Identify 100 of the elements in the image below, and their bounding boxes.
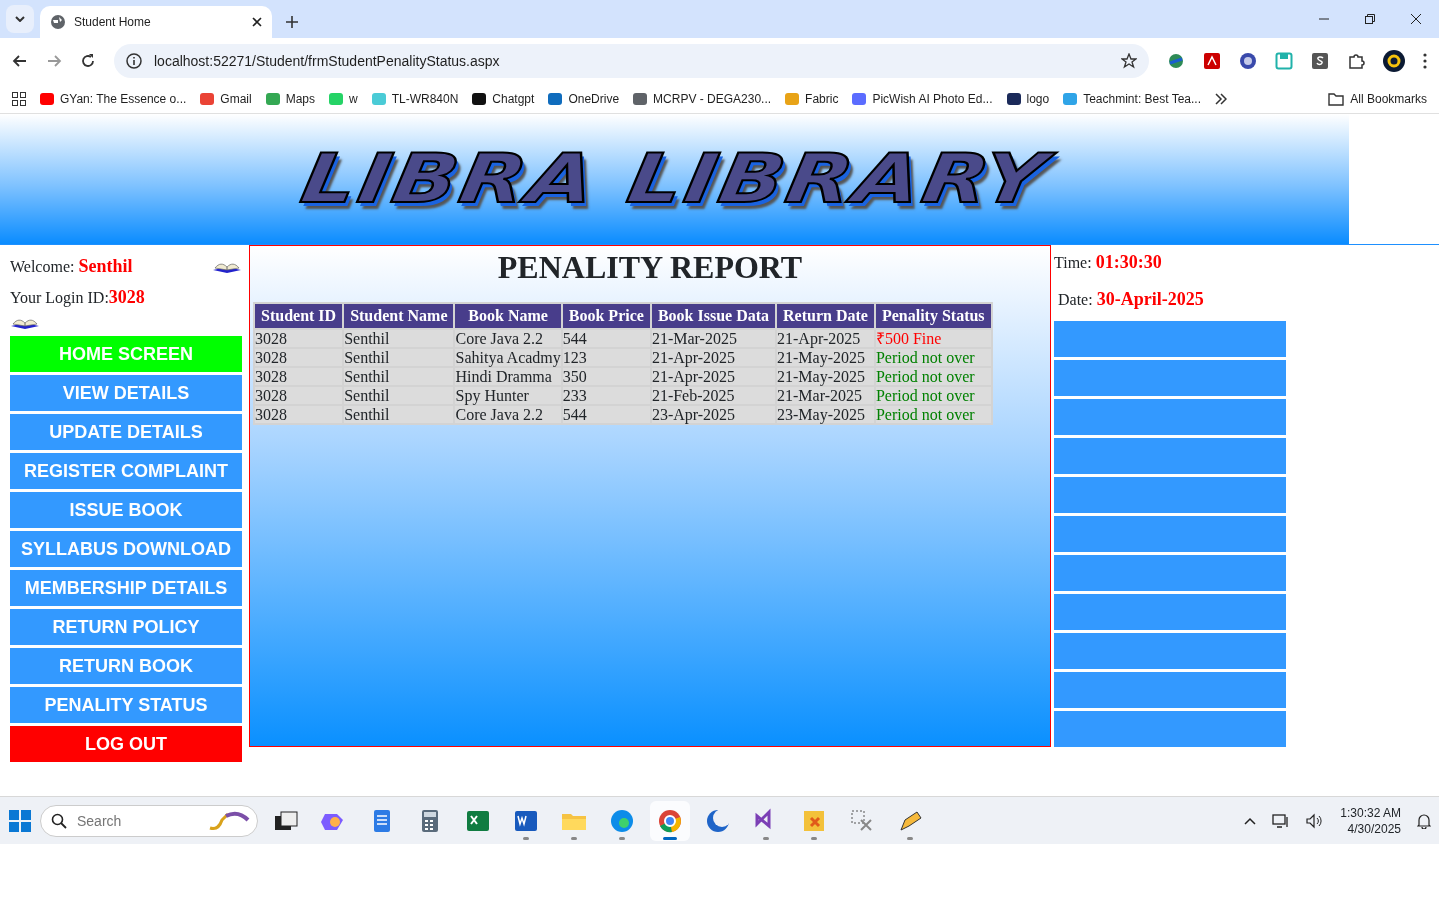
- new-tab-button[interactable]: [286, 16, 298, 28]
- pdf-extension-icon[interactable]: [1203, 52, 1221, 70]
- report-title: PENALITY REPORT: [496, 248, 804, 287]
- table-cell: 3028: [255, 349, 343, 366]
- table-cell: 233: [562, 387, 650, 404]
- table-cell: ₹500 Fine: [875, 330, 991, 347]
- column-header: Student ID: [255, 304, 343, 328]
- bookmark-link[interactable]: w: [329, 89, 358, 108]
- close-icon: [252, 17, 262, 27]
- extension-icon[interactable]: [1239, 52, 1257, 70]
- table-cell: 21-May-2025: [777, 349, 874, 366]
- table-cell: Period not over: [875, 387, 991, 404]
- column-header: Book Name: [455, 304, 561, 328]
- table-cell: Senthil: [344, 349, 454, 366]
- table-cell: 3028: [255, 368, 343, 385]
- chevron-up-icon[interactable]: [1244, 816, 1257, 825]
- network-icon[interactable]: [1272, 812, 1291, 829]
- running-indicator: [619, 836, 625, 840]
- menu-button[interactable]: LOG OUT: [10, 726, 242, 762]
- table-cell: 21-Mar-2025: [777, 387, 874, 404]
- table-cell: Period not over: [875, 349, 991, 366]
- date-text: Date: 30-April-2025: [1058, 288, 1205, 311]
- bookmark-link[interactable]: Chatgpt: [472, 89, 535, 108]
- time-text: Time: 01:30:30: [1054, 251, 1163, 274]
- taskbar-clock[interactable]: 1:30:32 AM 4/30/2025: [1340, 804, 1401, 837]
- welcome-text: Welcome: Senthil: [10, 255, 133, 278]
- table-cell: Senthil: [344, 330, 454, 347]
- table-cell: 23-Apr-2025: [651, 406, 776, 423]
- running-indicator: [811, 836, 817, 840]
- column-header: Student Name: [344, 304, 454, 328]
- bookmark-link[interactable]: Teachmint: Best Tea...: [1063, 89, 1202, 108]
- plus-icon: [286, 16, 298, 28]
- table-cell: Senthil: [344, 387, 454, 404]
- reload-icon: [80, 53, 96, 69]
- bookmark-link[interactable]: Maps: [265, 89, 315, 108]
- running-indicator: [571, 836, 577, 840]
- table-cell: Senthil: [344, 406, 454, 423]
- column-header: Book Issue Data: [651, 304, 776, 328]
- table-cell: 21-Apr-2025: [777, 330, 874, 347]
- close-icon: [1411, 14, 1421, 24]
- bookmark-link[interactable]: GYan: The Essence o...: [40, 89, 187, 108]
- back-arrow-icon: [12, 53, 28, 69]
- more-menu-icon[interactable]: [1423, 52, 1427, 70]
- running-indicator: [523, 836, 529, 840]
- profile-avatar-icon[interactable]: [1383, 50, 1405, 72]
- table-cell: Period not over: [875, 368, 991, 385]
- table-cell: 3028: [255, 330, 343, 347]
- browser-tab[interactable]: Student Home: [40, 6, 272, 38]
- table-cell: Period not over: [875, 406, 991, 423]
- chevron-icon: [15, 16, 25, 22]
- url-text: localhost:52271/Student/frmStudentPenalityStatus.aspx: [154, 51, 501, 71]
- puzzle-piece-icon[interactable]: [1347, 52, 1365, 70]
- notification-bell-icon[interactable]: [1417, 812, 1431, 829]
- logo-text: LIBRA LIBRARY: [293, 128, 1056, 230]
- table-cell: Senthil: [344, 368, 454, 385]
- clock-date: 4/30/2025: [1346, 820, 1401, 837]
- tab-title: Student Home: [74, 14, 152, 31]
- login-id-text: Your Login ID:3028: [10, 286, 146, 309]
- forward-button[interactable]: [46, 53, 62, 69]
- address-bar[interactable]: localhost:52271/Student/frmStudentPenalityStatus.aspx: [114, 44, 1149, 78]
- column-header: Return Date: [777, 304, 874, 328]
- table-cell: Core Java 2.2: [455, 406, 561, 423]
- bookmark-link[interactable]: MCRPV - DEGA230...: [633, 89, 772, 108]
- forward-arrow-icon: [46, 53, 62, 69]
- chevron-double-right-icon[interactable]: [1215, 92, 1228, 105]
- back-button[interactable]: [12, 53, 28, 69]
- bookmark-link[interactable]: PicWish AI Photo Ed...: [852, 89, 993, 108]
- table-cell: 21-Apr-2025: [651, 368, 776, 385]
- windows-start-icon[interactable]: [8, 808, 32, 833]
- extension-icon[interactable]: [1311, 52, 1329, 70]
- reload-button[interactable]: [80, 53, 96, 69]
- table-cell: 21-Feb-2025: [651, 387, 776, 404]
- table-cell: 3028: [255, 406, 343, 423]
- search-icon: [51, 812, 67, 829]
- all-bookmarks-link[interactable]: All Bookmarks: [1328, 89, 1427, 108]
- bookmark-link[interactable]: Gmail: [200, 89, 252, 108]
- table-cell: Core Java 2.2: [455, 330, 561, 347]
- extension-icon[interactable]: [1167, 52, 1185, 70]
- tab-close-button[interactable]: [252, 17, 262, 27]
- column-header: Book Price: [562, 304, 650, 328]
- folder-icon: [1328, 91, 1345, 106]
- bookmark-link[interactable]: TL-WR840N: [371, 89, 459, 108]
- tab-list-button[interactable]: [6, 5, 34, 33]
- bookmark-link[interactable]: logo: [1006, 89, 1050, 108]
- table-cell: 3028: [255, 387, 343, 404]
- table-cell: 21-Apr-2025: [651, 349, 776, 366]
- bookmark-link[interactable]: OneDrive: [548, 89, 620, 108]
- running-indicator: [763, 836, 769, 840]
- table-cell: Spy Hunter: [455, 387, 561, 404]
- bookmark-link[interactable]: Fabric: [785, 89, 839, 108]
- column-header: Penality Status: [875, 304, 991, 328]
- table-cell: 544: [562, 406, 650, 423]
- info-icon: [126, 53, 142, 69]
- apps-grid-icon[interactable]: [12, 91, 26, 106]
- star-icon[interactable]: [1121, 53, 1137, 69]
- running-indicator: [663, 836, 677, 840]
- taskbar-search-field[interactable]: Search: [40, 804, 258, 837]
- speaker-icon[interactable]: [1306, 812, 1325, 829]
- table-cell: 21-Mar-2025: [651, 330, 776, 347]
- table-cell: 123: [562, 349, 650, 366]
